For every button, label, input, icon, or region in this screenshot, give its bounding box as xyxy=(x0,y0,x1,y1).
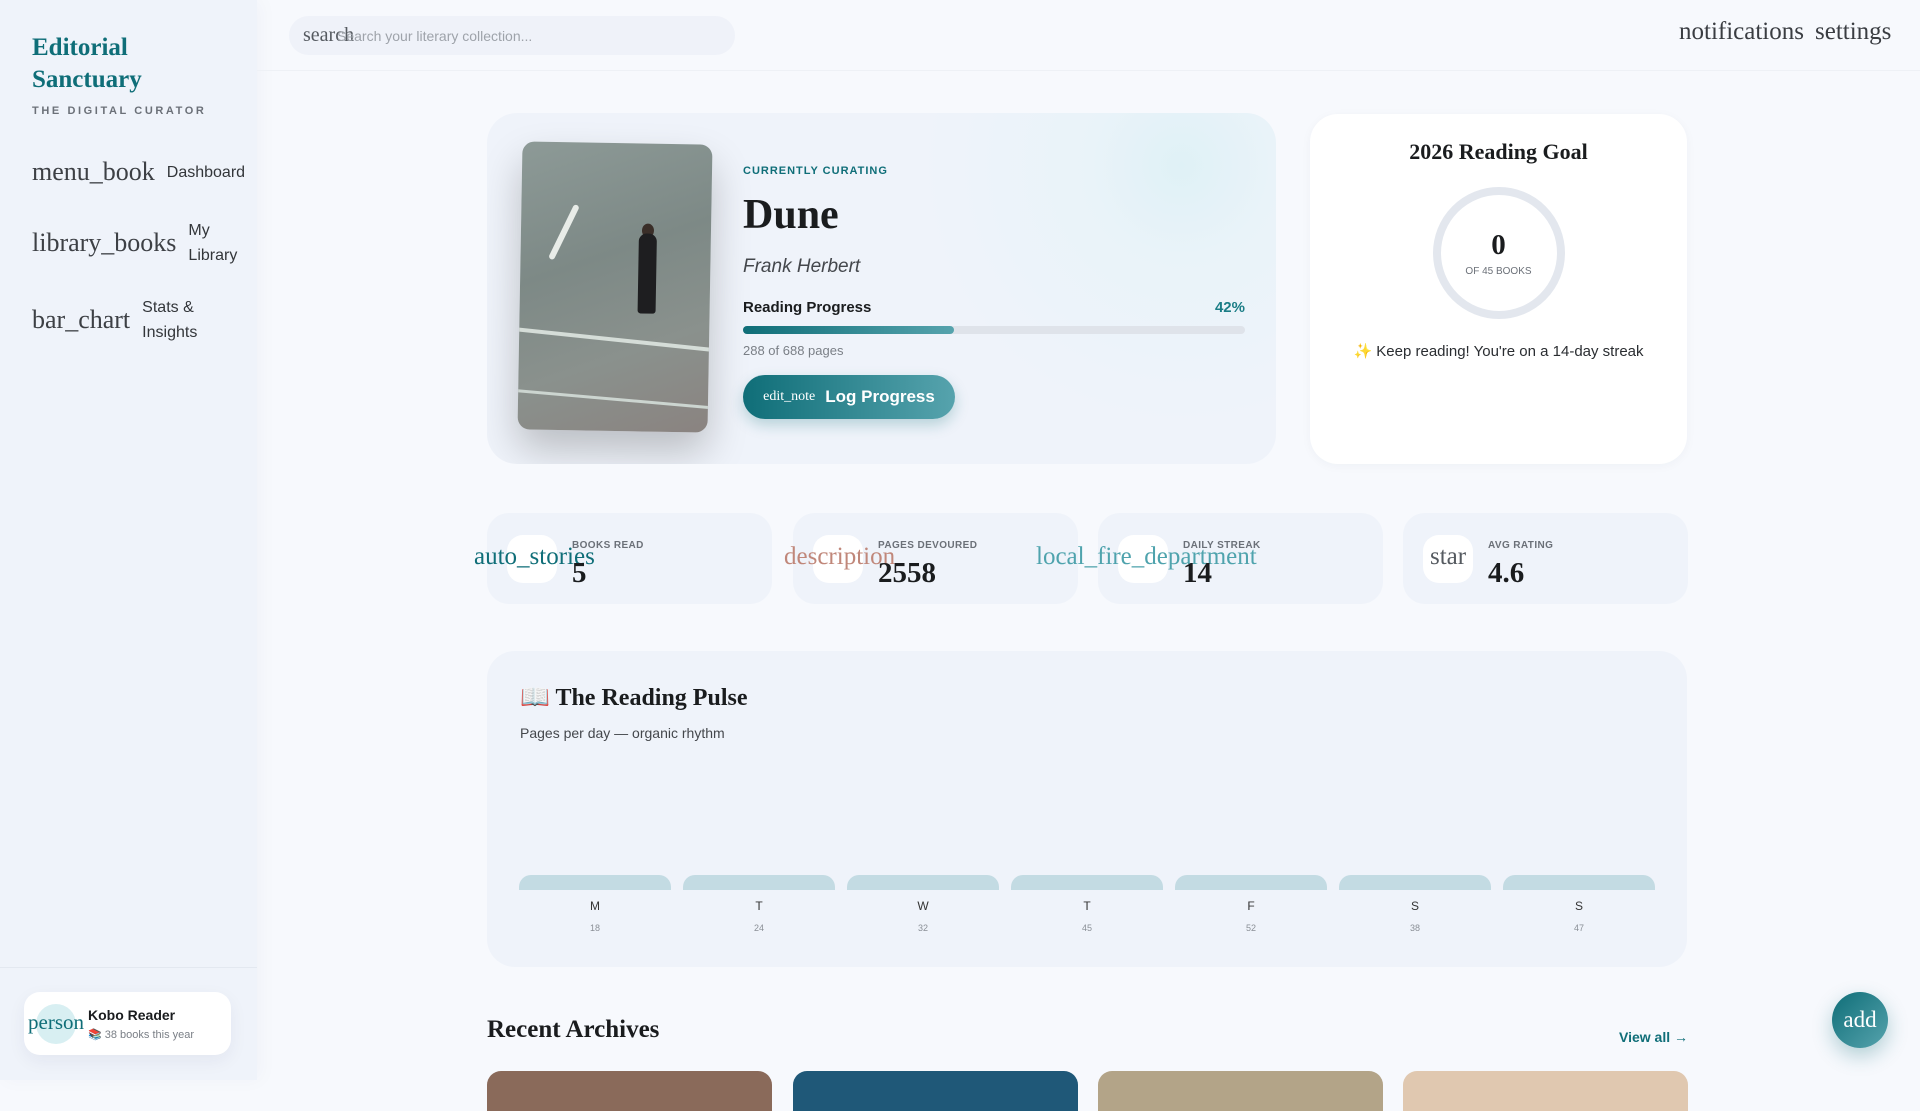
archive-card[interactable] xyxy=(487,1071,772,1111)
stat-value: 4.6 xyxy=(1488,557,1525,589)
person-icon: person xyxy=(28,1010,84,1034)
day-label: W xyxy=(917,899,929,913)
stat-card-rating: star AVG RATING 4.6 xyxy=(1403,513,1688,604)
cover-art-stripe xyxy=(517,326,713,354)
day-label: F xyxy=(1247,899,1255,913)
archive-card[interactable] xyxy=(793,1071,1078,1111)
reading-goal-card: 2026 Reading Goal 0 OF 45 BOOKS ✨ Keep r… xyxy=(1310,114,1687,464)
archive-card[interactable] xyxy=(1403,1071,1688,1111)
value-label: 47 xyxy=(1573,923,1584,933)
app-logo[interactable]: Editorial Sanctuary xyxy=(32,32,232,96)
search-bar: search xyxy=(289,16,735,55)
progress-percent: 42% xyxy=(1214,299,1245,316)
menu-book-icon: menu_book xyxy=(32,157,155,186)
edit-note-icon: edit_note xyxy=(763,389,816,404)
archive-card[interactable] xyxy=(1098,1071,1383,1111)
sidebar-divider xyxy=(0,967,257,968)
day-label: S xyxy=(1574,899,1583,913)
goal-count: 0 xyxy=(1491,229,1506,261)
chart-bar xyxy=(683,875,835,890)
book-author: Frank Herbert xyxy=(743,256,861,277)
notifications-icon[interactable]: notifications xyxy=(1679,18,1804,46)
sidebar-item-stats[interactable]: bar_chart Stats & Insights xyxy=(32,295,212,345)
chart-bar xyxy=(847,875,999,890)
sidebar: Editorial Sanctuary THE DIGITAL CURATOR … xyxy=(0,0,257,1080)
stat-label: DAILY STREAK xyxy=(1183,540,1261,551)
pages-count: 288 of 688 pages xyxy=(743,343,844,358)
chart-bar xyxy=(519,875,671,890)
sidebar-item-label: Dashboard xyxy=(166,163,246,181)
progress-bar xyxy=(743,326,1245,334)
log-progress-label: Log Progress xyxy=(825,387,935,406)
star-icon: star xyxy=(1430,543,1467,570)
avatar: person xyxy=(28,1004,84,1044)
value-label: 18 xyxy=(589,923,600,933)
day-label: T xyxy=(1083,899,1091,913)
search-input[interactable] xyxy=(337,16,717,55)
chart-bar xyxy=(1175,875,1327,890)
goal-title: 2026 Reading Goal xyxy=(1409,139,1588,164)
value-label: 32 xyxy=(917,923,928,933)
sidebar-item-label: My Library xyxy=(188,222,238,264)
library-books-icon: library_books xyxy=(32,228,177,257)
cover-art-line xyxy=(548,203,580,261)
add-icon: add xyxy=(1843,1007,1877,1032)
sidebar-item-my-library[interactable]: library_books My Library xyxy=(32,218,248,268)
app-tagline: THE DIGITAL CURATOR xyxy=(32,105,207,117)
chart-title: 📖 The Reading Pulse xyxy=(520,685,748,711)
profile-subtitle: 📚 38 books this year xyxy=(88,1029,195,1041)
chart-subtitle: Pages per day — organic rhythm xyxy=(520,725,725,741)
streak-message: ✨ Keep reading! You're on a 14-day strea… xyxy=(1353,343,1644,360)
chart-bar xyxy=(1339,875,1491,890)
currently-reading-card: CURRENTLY CURATING Dune Frank Herbert Re… xyxy=(487,113,1276,464)
stat-value: 14 xyxy=(1183,557,1212,589)
settings-icon[interactable]: settings xyxy=(1815,18,1891,46)
chart-bar xyxy=(1011,875,1163,890)
stat-label: BOOKS READ xyxy=(572,540,644,551)
stat-label: PAGES DEVOURED xyxy=(878,540,978,551)
day-label: T xyxy=(755,899,763,913)
add-button[interactable]: add xyxy=(1832,992,1888,1048)
sidebar-item-dashboard[interactable]: menu_book Dashboard xyxy=(32,157,245,187)
eyebrow-label: CURRENTLY CURATING xyxy=(743,165,888,177)
stat-value: 5 xyxy=(572,557,587,589)
sidebar-item-label: Stats & Insights xyxy=(142,299,198,341)
book-title: Dune xyxy=(743,192,839,238)
cover-art-figure xyxy=(637,233,657,314)
goal-target: OF 45 BOOKS xyxy=(1465,266,1532,277)
day-label: S xyxy=(1410,899,1419,913)
book-cover[interactable] xyxy=(517,141,713,433)
bar-chart-icon: bar_chart xyxy=(32,305,131,334)
stat-label: AVG RATING xyxy=(1488,540,1554,551)
day-label: M xyxy=(590,899,600,913)
value-label: 24 xyxy=(753,923,764,933)
view-all-link[interactable]: View all → xyxy=(1619,1029,1688,1045)
progress-label: Reading Progress xyxy=(743,299,872,316)
progress-bar-fill xyxy=(743,326,954,334)
recent-archives-heading: Recent Archives xyxy=(487,1016,660,1043)
log-progress-button[interactable]: edit_note Log Progress xyxy=(743,375,955,419)
reading-pulse-chart: 📖 The Reading Pulse Pages per day — orga… xyxy=(487,651,1687,967)
stat-value: 2558 xyxy=(878,557,936,589)
chart-bar xyxy=(1503,875,1655,890)
value-label: 38 xyxy=(1409,923,1420,933)
cover-art-stripe xyxy=(517,388,713,411)
stat-card-books-read: auto_stories BOOKS READ 5 xyxy=(474,513,772,604)
value-label: 45 xyxy=(1081,923,1092,933)
value-label: 52 xyxy=(1245,923,1256,933)
profile-name: Kobo Reader xyxy=(88,1007,176,1023)
stat-card-streak: local_fire_department DAILY STREAK 14 xyxy=(1036,513,1383,604)
top-header: search notifications settings xyxy=(257,0,1920,71)
profile-card[interactable]: person Kobo Reader 📚 38 books this year xyxy=(24,992,231,1055)
